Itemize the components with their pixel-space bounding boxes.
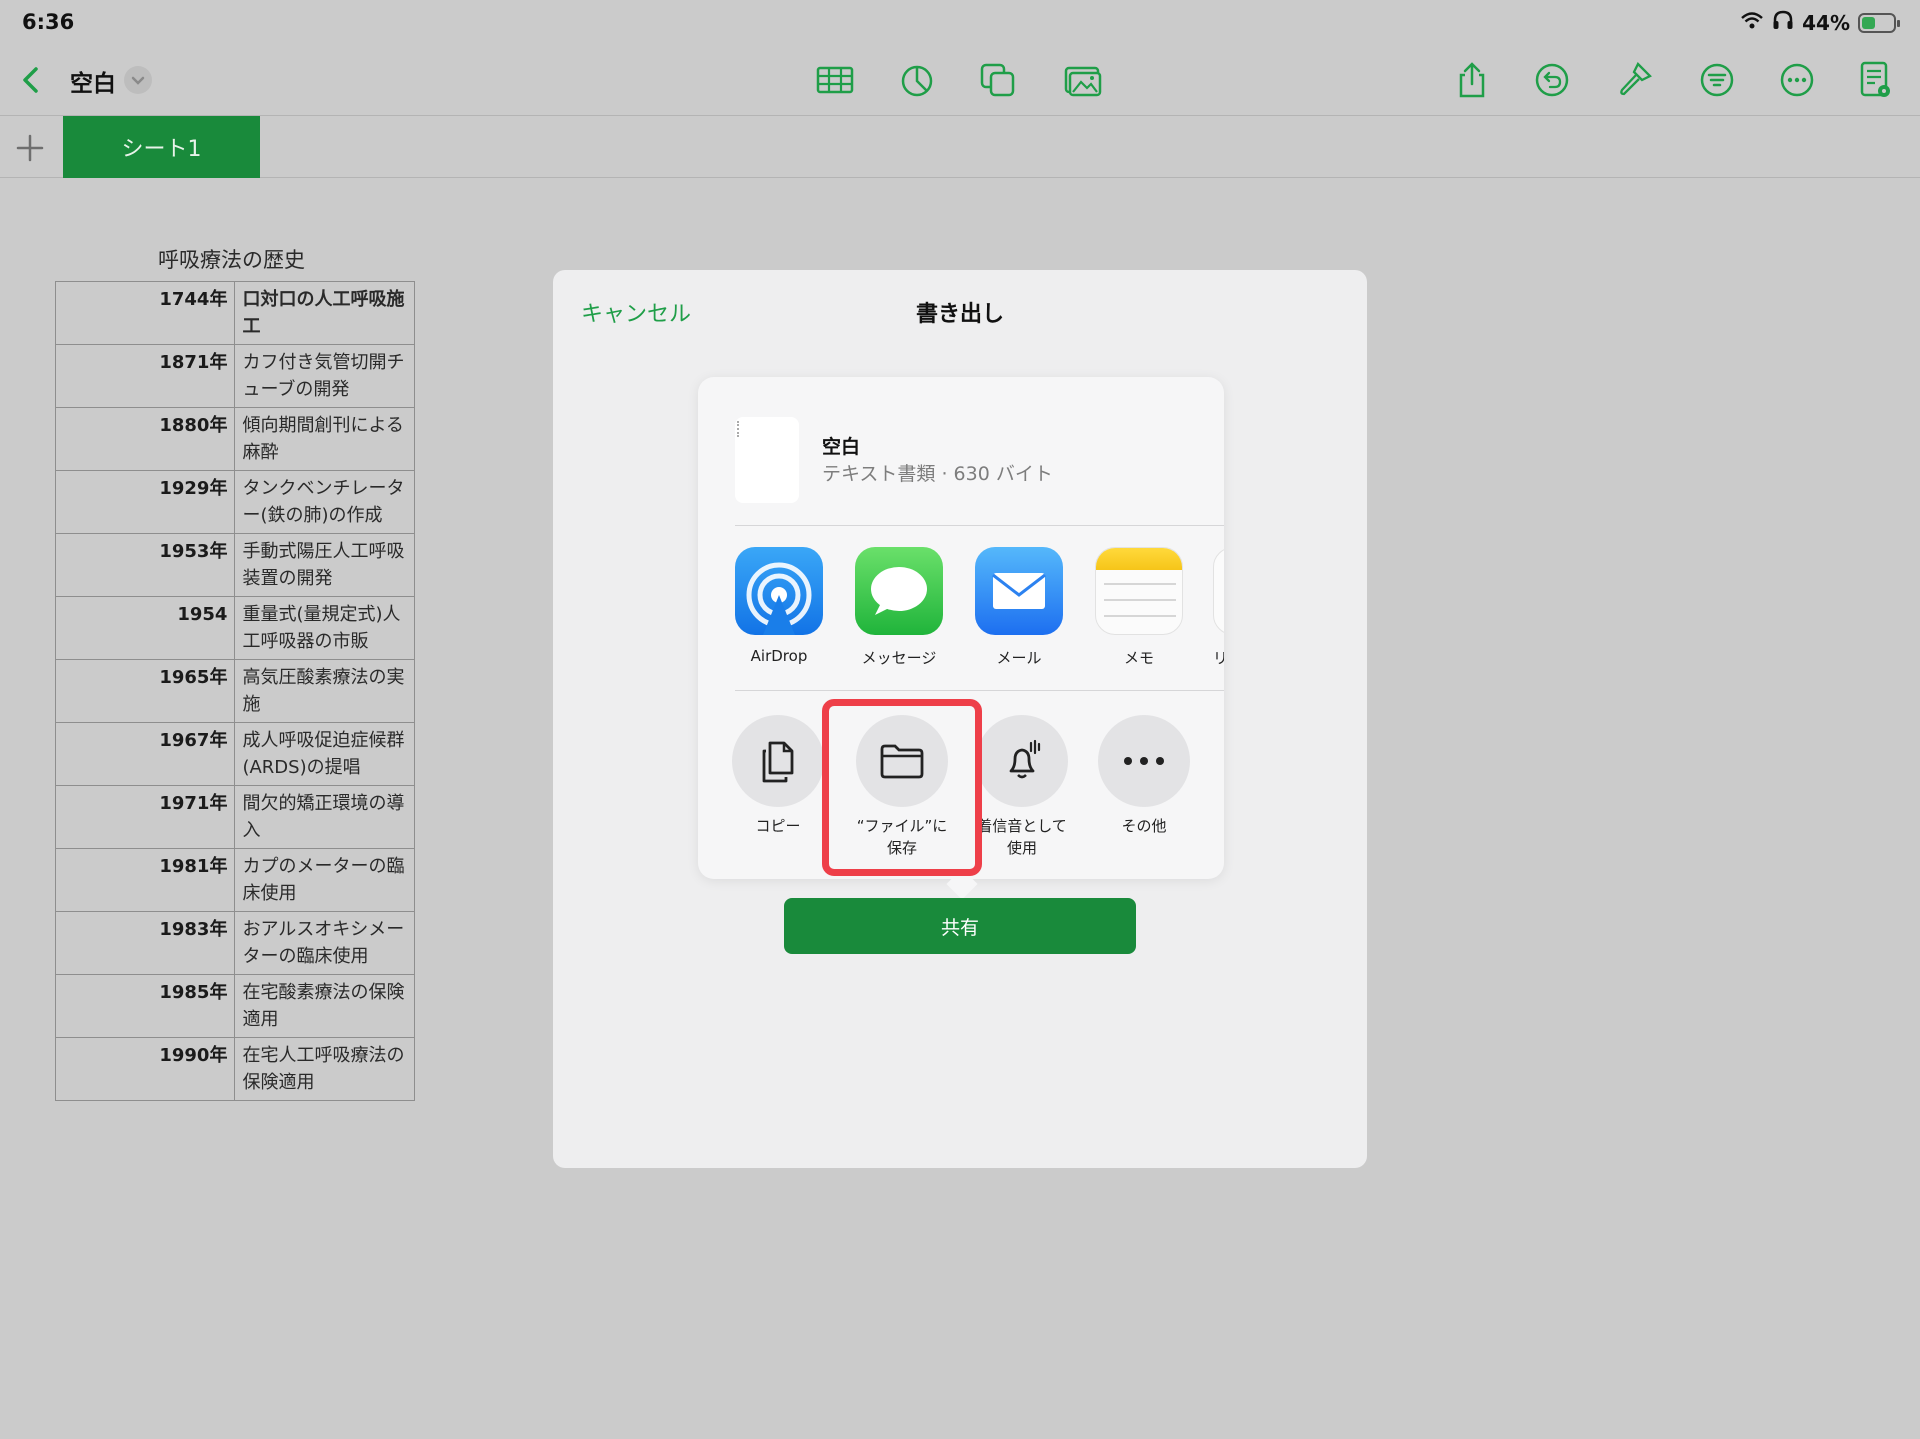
share-app-mail[interactable]: メール [973,547,1065,668]
app-label: メッセージ [861,649,937,667]
table-row[interactable]: 1953年 手動式陽圧人工呼吸装置の開発 [54,533,415,597]
back-button[interactable] [14,62,50,98]
event-cell[interactable]: 間欠的矯正環境の導入 [234,785,415,849]
undo-icon[interactable] [1532,60,1572,100]
battery-icon [1858,12,1900,33]
share-app-reminders[interactable]: リ [1213,547,1224,668]
app-label: メモ [1123,649,1154,667]
notes-icon [1095,547,1183,635]
battery-percent: 44% [1802,10,1850,35]
history-table: 1744年 口対口の人工呼吸施工 1871年 カフ付き気管切開チューブの開発 1880年… [54,281,415,1101]
event-cell[interactable]: カフ付き気管切開チューブの開発 [234,344,415,408]
event-cell[interactable]: 傾向期間創刊による麻酔 [234,407,415,471]
year-cell[interactable]: 1929年 [54,470,236,534]
toolbar: 空白 [0,44,1920,116]
more-icon [1098,715,1190,807]
year-cell[interactable]: 1985年 [54,974,236,1038]
year-cell[interactable]: 1990年 [54,1037,236,1101]
divider [735,690,1224,691]
table-row[interactable]: 1990年 在宅人工呼吸療法の保険適用 [54,1037,415,1101]
share-app-messages[interactable]: メッセージ [853,547,945,668]
share-app-notes[interactable]: メモ [1093,547,1185,668]
table-row[interactable]: 1985年 在宅酸素療法の保険適用 [54,974,415,1038]
table-row[interactable]: 1880年 傾向期間創刊による麻酔 [54,407,415,471]
status-indicators: 44% [1740,10,1900,35]
event-cell[interactable]: 在宅酸素療法の保険適用 [234,974,415,1038]
reminders-icon [1213,547,1224,635]
year-cell[interactable]: 1983年 [54,911,236,975]
event-cell[interactable]: 重量式(量規定式)人工呼吸器の市販 [234,596,415,660]
year-cell[interactable]: 1880年 [54,407,236,471]
table-row[interactable]: 1971年 間欠的矯正環境の導入 [54,785,415,849]
year-cell[interactable]: 1971年 [54,785,236,849]
more-icon[interactable] [1777,60,1817,100]
bell-icon [976,715,1068,807]
table-row[interactable]: 1965年 高気圧酸素療法の実施 [54,659,415,723]
divider [735,525,1224,526]
year-cell[interactable]: 1744年 [54,281,236,345]
document-title[interactable]: 空白 [70,64,116,98]
chevron-down-icon[interactable] [124,66,152,94]
table-title: 呼吸療法の歴史 [158,248,305,272]
mail-icon [975,547,1063,635]
year-cell[interactable]: 1871年 [54,344,236,408]
action-label: 着信音として使用 [977,817,1067,857]
dialog-title: 書き出し [915,302,1004,327]
more-actions[interactable]: その他 [1084,715,1204,837]
event-cell[interactable]: おアルスオキシメーターの臨床使用 [234,911,415,975]
sheet-tab-bar: シート1 [0,116,1920,178]
messages-icon [855,547,943,635]
share-sheet: 空白 テキスト書類 · 630 バイト AirDrop メッセージ メール メモ… [698,377,1224,900]
media-icon[interactable] [1063,60,1103,100]
format-brush-icon[interactable] [1614,60,1654,100]
event-cell[interactable]: 在宅人工呼吸療法の保険適用 [234,1037,415,1101]
table-row[interactable]: 1954 重量式(量規定式)人工呼吸器の市販 [54,596,415,660]
event-cell[interactable]: 高気圧酸素療法の実施 [234,659,415,723]
event-cell[interactable]: 手動式陽圧人工呼吸装置の開発 [234,533,415,597]
add-sheet-icon[interactable] [12,130,48,166]
status-bar: 6:36 44% [0,0,1920,44]
share-icon[interactable] [1452,60,1492,100]
airdrop-icon [735,547,823,635]
app-label: AirDrop [750,647,808,665]
action-label: コピー [755,817,801,835]
table-row[interactable]: 1981年 カプのメーターの臨床使用 [54,848,415,912]
wifi-icon [1740,10,1764,35]
app-label: リ [1213,649,1224,667]
tab-sheet-1[interactable]: シート1 [63,116,260,178]
event-cell[interactable]: タンクベンチレーター(鉄の肺)の作成 [234,470,415,534]
event-cell[interactable]: 成人呼吸促迫症候群(ARDS)の提唱 [234,722,415,786]
share-button[interactable]: 共有 [784,898,1136,954]
table-icon[interactable] [815,60,855,100]
year-cell[interactable]: 1967年 [54,722,236,786]
file-meta: テキスト書類 · 630 バイト [822,463,1053,485]
year-cell[interactable]: 1981年 [54,848,236,912]
headphones-icon [1772,10,1794,35]
event-cell[interactable]: カプのメーターの臨床使用 [234,848,415,912]
app-label: メール [996,649,1042,667]
table-row[interactable]: 1871年 カフ付き気管切開チューブの開発 [54,344,415,408]
chart-icon[interactable] [897,60,937,100]
highlight-box [822,699,982,876]
action-label: その他 [1121,817,1167,835]
filter-icon[interactable] [1697,60,1737,100]
file-name: 空白 [822,436,861,458]
table-row[interactable]: 1744年 口対口の人工呼吸施工 [54,281,415,345]
copy-action[interactable]: コピー [718,715,838,837]
document-thumbnail [735,417,799,503]
table-row[interactable]: 1929年 タンクベンチレーター(鉄の肺)の作成 [54,470,415,534]
status-time: 6:36 [22,10,75,34]
share-app-airdrop[interactable]: AirDrop [733,547,825,665]
export-dialog: キャンセル 書き出し 空白 テキスト書類 · 630 バイト AirDrop メ… [553,270,1367,1168]
year-cell[interactable]: 1965年 [54,659,236,723]
year-cell[interactable]: 1954 [54,596,236,660]
shape-icon[interactable] [978,60,1018,100]
table-row[interactable]: 1983年 おアルスオキシメーターの臨床使用 [54,911,415,975]
year-cell[interactable]: 1953年 [54,533,236,597]
copy-icon [732,715,824,807]
table-row[interactable]: 1967年 成人呼吸促迫症候群(ARDS)の提唱 [54,722,415,786]
document-setup-icon[interactable] [1855,60,1895,100]
event-cell[interactable]: 口対口の人工呼吸施工 [234,281,415,345]
